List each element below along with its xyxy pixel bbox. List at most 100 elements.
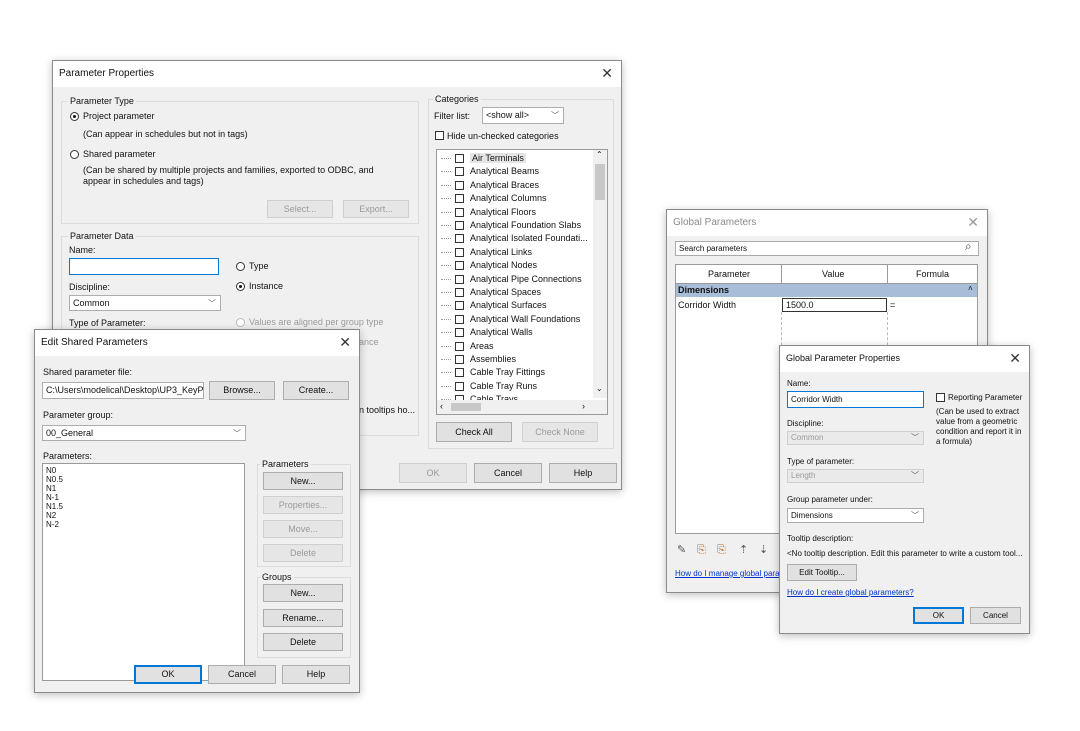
- reporting-parameter-checkbox[interactable]: [936, 393, 945, 402]
- type-radio[interactable]: [236, 262, 245, 271]
- discipline-select[interactable]: Common ﹀: [787, 431, 924, 445]
- discipline-select[interactable]: Common ﹀: [69, 295, 221, 311]
- category-item[interactable]: Analytical Nodes: [437, 259, 587, 272]
- category-checkbox[interactable]: [455, 274, 464, 284]
- ok-button[interactable]: OK: [913, 607, 964, 624]
- new-group-button[interactable]: New...: [263, 584, 343, 602]
- category-checkbox[interactable]: [455, 381, 464, 391]
- help-button[interactable]: Help: [282, 665, 350, 684]
- name-input[interactable]: Corridor Width: [787, 391, 924, 408]
- shared-parameter-radio[interactable]: [70, 150, 79, 159]
- close-icon[interactable]: ✕: [967, 214, 979, 231]
- help-link[interactable]: How do I manage global para: [675, 569, 780, 578]
- browse-button[interactable]: Browse...: [209, 381, 275, 400]
- hide-unchecked-checkbox[interactable]: [435, 131, 444, 140]
- category-item[interactable]: Analytical Beams: [437, 165, 587, 178]
- category-checkbox[interactable]: [455, 368, 464, 378]
- category-item[interactable]: Analytical Floors: [437, 206, 587, 219]
- column-header-parameter[interactable]: Parameter: [708, 269, 750, 279]
- cancel-button[interactable]: Cancel: [208, 665, 276, 684]
- scroll-thumb[interactable]: [451, 403, 481, 411]
- list-item[interactable]: N1: [46, 484, 241, 493]
- category-item[interactable]: Analytical Links: [437, 246, 587, 259]
- help-button[interactable]: Help: [549, 463, 617, 483]
- scroll-down-icon[interactable]: ⌄: [596, 384, 603, 393]
- category-item[interactable]: Analytical Surfaces: [437, 299, 587, 312]
- category-checkbox[interactable]: [455, 247, 464, 257]
- name-input[interactable]: [69, 258, 219, 275]
- project-parameter-radio[interactable]: [70, 112, 79, 121]
- create-button[interactable]: Create...: [283, 381, 349, 400]
- pencil-icon[interactable]: ✎: [677, 545, 686, 556]
- delete-parameter-icon[interactable]: ⎘: [717, 545, 726, 556]
- list-item[interactable]: N1.5: [46, 502, 241, 511]
- category-checkbox[interactable]: [455, 234, 464, 244]
- category-checkbox[interactable]: [455, 355, 464, 364]
- cancel-button[interactable]: Cancel: [970, 607, 1021, 624]
- instance-radio[interactable]: [236, 282, 245, 291]
- section-header[interactable]: Dimensions ˄: [676, 284, 977, 297]
- category-checkbox[interactable]: [455, 288, 464, 297]
- category-checkbox[interactable]: [455, 207, 464, 217]
- list-item[interactable]: N-2: [46, 520, 241, 529]
- move-down-icon[interactable]: ⇣: [759, 545, 768, 556]
- scroll-up-icon[interactable]: ⌃: [596, 150, 603, 159]
- scroll-left-icon[interactable]: ‹: [440, 401, 443, 411]
- category-item[interactable]: Analytical Wall Foundations: [437, 313, 587, 326]
- scroll-right-icon[interactable]: ›: [582, 401, 585, 411]
- edit-tooltip-button[interactable]: Edit Tooltip...: [787, 564, 857, 581]
- row-formula[interactable]: =: [890, 300, 895, 310]
- row-value-input[interactable]: 1500.0: [782, 298, 887, 312]
- shared-file-input[interactable]: C:\Users\modelical\Desktop\UP3_KeyPla: [42, 382, 204, 399]
- column-header-formula[interactable]: Formula: [916, 269, 949, 279]
- check-all-button[interactable]: Check All: [436, 422, 512, 442]
- list-item[interactable]: N0.5: [46, 475, 241, 484]
- category-item[interactable]: Assemblies: [437, 353, 587, 366]
- new-parameter-button[interactable]: New...: [263, 472, 343, 490]
- move-button[interactable]: Move...: [263, 520, 343, 538]
- category-item[interactable]: Analytical Foundation Slabs: [437, 219, 587, 232]
- check-none-button[interactable]: Check None: [522, 422, 598, 442]
- category-checkbox[interactable]: [455, 328, 464, 338]
- move-up-icon[interactable]: ⇡: [739, 545, 748, 556]
- help-link[interactable]: How do I create global parameters?: [787, 588, 914, 597]
- category-checkbox[interactable]: [455, 167, 464, 177]
- category-checkbox[interactable]: [455, 194, 464, 204]
- parameters-list[interactable]: N0 N0.5 N1 N-1 N1.5 N2 N-2: [42, 463, 245, 681]
- close-icon[interactable]: ✕: [339, 334, 351, 351]
- category-item[interactable]: Areas: [437, 340, 587, 353]
- close-icon[interactable]: ✕: [1009, 350, 1021, 367]
- category-checkbox[interactable]: [455, 154, 464, 163]
- rename-group-button[interactable]: Rename...: [263, 609, 343, 627]
- category-checkbox[interactable]: [455, 221, 464, 230]
- type-of-parameter-select[interactable]: Length ﹀: [787, 469, 924, 483]
- delete-group-button[interactable]: Delete: [263, 633, 343, 651]
- column-header-value[interactable]: Value: [822, 269, 844, 279]
- horizontal-scrollbar[interactable]: ‹ ›: [437, 400, 607, 414]
- parameter-group-select[interactable]: 00_General ﹀: [42, 425, 246, 441]
- select-button[interactable]: Select...: [267, 200, 333, 218]
- group-under-select[interactable]: Dimensions ﹀: [787, 508, 924, 523]
- category-checkbox[interactable]: [455, 341, 464, 351]
- category-item[interactable]: Analytical Walls: [437, 326, 587, 339]
- ok-button[interactable]: OK: [399, 463, 467, 483]
- filter-list-select[interactable]: <show all> ﹀: [482, 107, 564, 124]
- export-button[interactable]: Export...: [343, 200, 409, 218]
- cancel-button[interactable]: Cancel: [474, 463, 542, 483]
- category-item[interactable]: Analytical Braces: [437, 179, 587, 192]
- category-item[interactable]: Analytical Spaces: [437, 286, 587, 299]
- category-item[interactable]: Air Terminals: [437, 152, 587, 165]
- vertical-scrollbar[interactable]: ⌃ ⌄: [593, 150, 607, 398]
- category-checkbox[interactable]: [455, 301, 464, 311]
- category-checkbox[interactable]: [455, 314, 464, 324]
- category-item[interactable]: Analytical Columns: [437, 192, 587, 205]
- category-item[interactable]: Analytical Isolated Foundati...: [437, 232, 588, 245]
- category-item[interactable]: Cable Tray Runs: [437, 380, 587, 393]
- ok-button[interactable]: OK: [134, 665, 202, 684]
- delete-parameter-button[interactable]: Delete: [263, 544, 343, 562]
- category-checkbox[interactable]: [455, 261, 464, 271]
- table-row[interactable]: Corridor Width 1500.0 =: [676, 298, 977, 312]
- categories-list[interactable]: Air Terminals Analytical Beams Analytical …: [436, 149, 608, 415]
- properties-button[interactable]: Properties...: [263, 496, 343, 514]
- new-parameter-icon[interactable]: ⎘: [697, 545, 706, 556]
